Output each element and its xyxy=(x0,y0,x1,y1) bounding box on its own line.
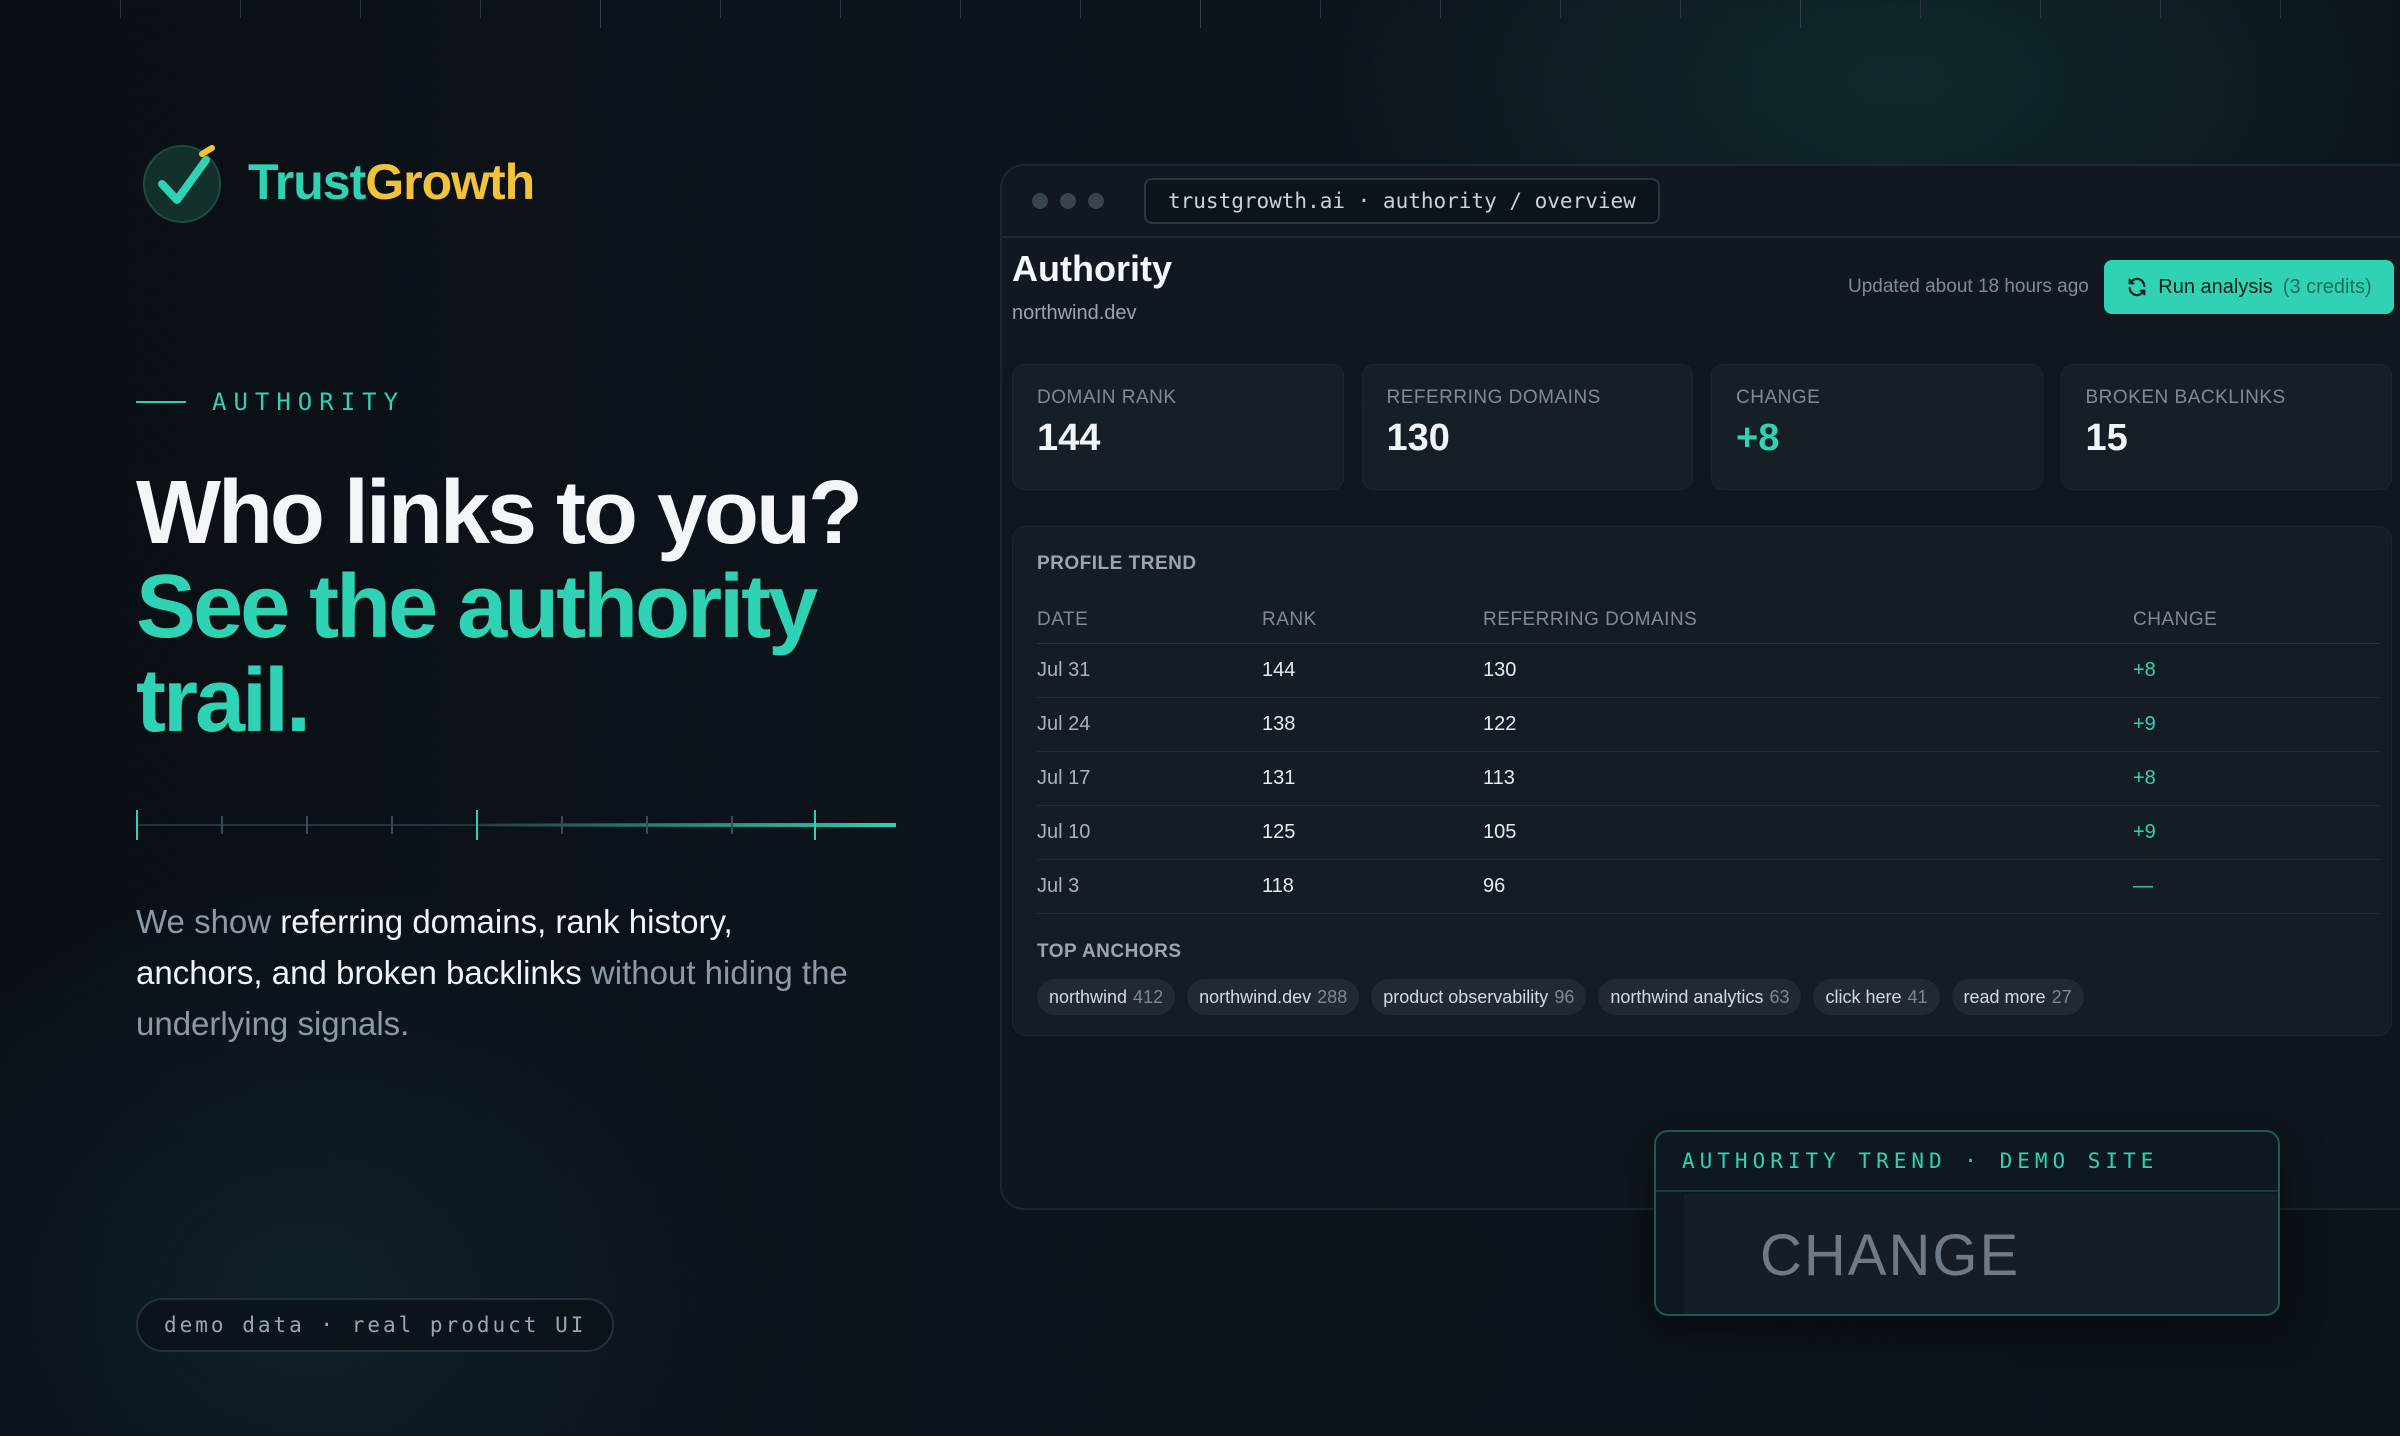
table-row[interactable]: Jul 10 125 105 +9 xyxy=(1037,805,2380,860)
stat-label: DOMAIN RANK xyxy=(1037,387,1177,408)
headline-line-1: Who links to you? xyxy=(136,463,863,563)
profile-trend-heading: PROFILE TREND xyxy=(1037,553,1197,574)
run-analysis-label: Run analysis xyxy=(2158,275,2273,298)
anchor-chip[interactable]: northwind 412 xyxy=(1037,979,1176,1015)
cell-change: +8 xyxy=(2133,751,2380,806)
page-title: Authority xyxy=(1012,248,1172,289)
trend-card-heading: AUTHORITY TREND · DEMO SITE xyxy=(1656,1132,2278,1192)
authority-trend-card: AUTHORITY TREND · DEMO SITE CHANGE xyxy=(1654,1130,2280,1316)
cell-date: Jul 10 xyxy=(1037,805,1262,860)
window-dot xyxy=(1060,193,1076,209)
window-titlebar: trustgrowth.ai · authority / overview xyxy=(1002,166,2400,238)
table-row[interactable]: Jul 31 144 130 +8 xyxy=(1037,643,2380,698)
stat-referring-domains: REFERRING DOMAINS 130 xyxy=(1361,364,1693,490)
stat-label: CHANGE xyxy=(1736,387,1821,408)
table-row[interactable]: Jul 17 131 113 +8 xyxy=(1037,751,2380,806)
cell-change: +9 xyxy=(2133,697,2380,752)
stat-value: 144 xyxy=(1037,417,1101,459)
cell-date: Jul 3 xyxy=(1037,859,1262,914)
section-eyebrow: AUTHORITY xyxy=(136,388,405,416)
trend-card-label: CHANGE xyxy=(1760,1223,2021,1288)
progress-track xyxy=(136,810,896,840)
table-row[interactable]: Jul 24 138 122 +9 xyxy=(1037,697,2380,752)
updated-timestamp: Updated about 18 hours ago xyxy=(1848,276,2089,297)
cell-date: Jul 24 xyxy=(1037,697,1262,752)
stat-value: 130 xyxy=(1386,417,1450,459)
site-domain: northwind.dev xyxy=(1012,302,1137,324)
cell-referring-domains: 130 xyxy=(1483,643,2133,698)
cell-date: Jul 31 xyxy=(1037,643,1262,698)
anchor-chip[interactable]: click here 41 xyxy=(1813,979,1940,1015)
cell-rank: 138 xyxy=(1262,697,1483,752)
anchor-chip[interactable]: product observability 96 xyxy=(1371,979,1587,1015)
product-window: trustgrowth.ai · authority / overview Au… xyxy=(1000,164,2400,1210)
cell-referring-domains: 105 xyxy=(1483,805,2133,860)
cell-change: +8 xyxy=(2133,643,2380,698)
cell-referring-domains: 96 xyxy=(1483,859,2133,914)
brand[interactable]: TrustGrowth xyxy=(140,140,535,224)
cell-change: +9 xyxy=(2133,805,2380,860)
cell-change: — xyxy=(2133,859,2380,914)
cell-date: Jul 17 xyxy=(1037,751,1262,806)
table-row[interactable]: Jul 3 118 96 — xyxy=(1037,859,2380,914)
cell-referring-domains: 122 xyxy=(1483,697,2133,752)
cell-rank: 144 xyxy=(1262,643,1483,698)
trend-card-body: CHANGE xyxy=(1684,1194,2278,1314)
eyebrow-rule xyxy=(136,401,186,403)
column-header[interactable]: REFERRING DOMAINS xyxy=(1483,597,2133,644)
column-header[interactable]: DATE xyxy=(1037,597,1262,644)
cell-rank: 125 xyxy=(1262,805,1483,860)
check-circle-icon xyxy=(143,145,221,223)
address-bar[interactable]: trustgrowth.ai · authority / overview xyxy=(1144,178,1660,224)
top-ruler xyxy=(0,0,2400,30)
anchor-chip[interactable]: northwind.dev 288 xyxy=(1187,979,1360,1015)
column-header[interactable]: RANK xyxy=(1262,597,1483,644)
headline-line-2: See the authority trail. xyxy=(136,557,818,751)
top-anchors-heading: TOP ANCHORS xyxy=(1037,941,1182,962)
profile-trend-table: DATE RANK REFERRING DOMAINS CHANGE Jul 3… xyxy=(1037,597,2380,914)
stat-label: REFERRING DOMAINS xyxy=(1386,387,1601,408)
window-dot xyxy=(1032,193,1048,209)
cell-rank: 131 xyxy=(1262,751,1483,806)
profile-trend-card: PROFILE TREND DATE RANK REFERRING DOMAIN… xyxy=(1012,526,2392,1036)
stat-change: CHANGE +8 xyxy=(1711,364,2043,490)
column-header[interactable]: CHANGE xyxy=(2133,597,2380,644)
anchor-chip[interactable]: read more 27 xyxy=(1951,979,2084,1015)
top-anchors-list: northwind 412 northwind.dev 288 product ob… xyxy=(1037,979,2084,1015)
hero-lede: We show referring domains, rank history,… xyxy=(136,903,848,1042)
stat-value: 15 xyxy=(2085,417,2128,459)
refresh-icon xyxy=(2128,277,2146,297)
window-dot xyxy=(1088,193,1104,209)
stat-label: BROKEN BACKLINKS xyxy=(2085,387,2286,408)
brand-name: TrustGrowth xyxy=(248,154,535,210)
stat-domain-rank: DOMAIN RANK 144 xyxy=(1012,364,1344,490)
stats-row: DOMAIN RANK 144 REFERRING DOMAINS 130 CH… xyxy=(1012,364,2392,490)
cell-referring-domains: 113 xyxy=(1483,751,2133,806)
credits-label: (3 credits) xyxy=(2282,275,2372,298)
table-header-row: DATE RANK REFERRING DOMAINS CHANGE xyxy=(1037,597,2380,644)
stat-value: +8 xyxy=(1736,417,1780,459)
run-analysis-button[interactable]: Run analysis (3 credits) xyxy=(2104,260,2394,314)
hero-headline: Who links to you? See the authority trai… xyxy=(136,466,896,748)
eyebrow-text: AUTHORITY xyxy=(212,388,406,416)
demo-data-pill: demo data · real product UI xyxy=(136,1298,615,1352)
cell-rank: 118 xyxy=(1262,859,1483,914)
stat-broken-backlinks: BROKEN BACKLINKS 15 xyxy=(2060,364,2392,490)
anchor-chip[interactable]: northwind analytics 63 xyxy=(1598,979,1802,1015)
